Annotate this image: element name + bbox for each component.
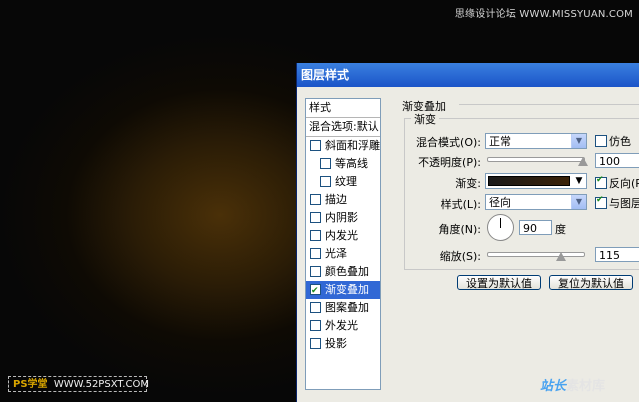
style-item-label: 图案叠加: [325, 301, 369, 314]
checkbox-icon: [595, 135, 607, 147]
style-item-label: 描边: [325, 193, 347, 206]
blend-mode-value: 正常: [489, 135, 511, 148]
dither-checkbox[interactable]: 仿色: [595, 133, 631, 149]
opacity-label: 不透明度(P):: [418, 156, 481, 169]
chevron-down-icon: ▼: [571, 134, 586, 148]
style-item[interactable]: 内阴影: [306, 209, 380, 227]
checkbox-icon[interactable]: [310, 319, 321, 331]
opacity-slider-thumb[interactable]: [578, 157, 588, 166]
inner-title: 渐变: [411, 111, 439, 127]
blend-mode-label: 混合模式(O):: [416, 136, 481, 149]
style-item-label: 内阴影: [325, 211, 358, 224]
style-item-label: 纹理: [335, 175, 357, 188]
checkbox-icon[interactable]: [310, 282, 321, 300]
layer-style-dialog: 图层样式 样式 混合选项:默认 斜面和浮雕等高线纹理描边内阴影内发光光泽颜色叠加…: [296, 63, 639, 402]
blend-mode-select[interactable]: 正常 ▼: [485, 133, 587, 149]
checkbox-icon[interactable]: [310, 301, 321, 313]
scale-slider-thumb[interactable]: [555, 252, 566, 261]
watermark-left-site: WWW.52PSXT.COM: [53, 379, 149, 390]
style-item[interactable]: 图案叠加: [306, 299, 380, 317]
watermark-right-a: 站长: [540, 379, 567, 394]
style-item[interactable]: 渐变叠加: [306, 281, 380, 300]
style-item-label: 内发光: [325, 229, 358, 242]
checkbox-icon[interactable]: [310, 247, 321, 259]
align-checkbox[interactable]: 与图层: [595, 195, 639, 211]
style-item-label: 投影: [325, 337, 347, 350]
watermark-right-b: 素材库: [566, 379, 606, 394]
dither-label: 仿色: [609, 135, 631, 148]
scale-input[interactable]: 115: [595, 247, 639, 262]
scale-label: 缩放(S):: [439, 250, 481, 263]
watermark-ps-logo: PS学堂: [13, 379, 48, 390]
checkbox-icon[interactable]: [310, 211, 321, 223]
style-item[interactable]: 颜色叠加: [306, 263, 380, 281]
opacity-slider[interactable]: [487, 157, 585, 162]
checkbox-icon[interactable]: [310, 229, 321, 241]
styles-list: 样式 混合选项:默认 斜面和浮雕等高线纹理描边内阴影内发光光泽颜色叠加渐变叠加图…: [305, 98, 381, 390]
angle-label: 角度(N):: [438, 223, 481, 236]
style-item-label: 外发光: [325, 319, 358, 332]
styles-header[interactable]: 样式: [306, 99, 380, 118]
dialog-title[interactable]: 图层样式: [297, 63, 639, 87]
group-divider: [459, 104, 639, 105]
angle-input[interactable]: 90: [519, 220, 552, 235]
style-item[interactable]: 纹理: [306, 173, 380, 191]
gradient-label: 渐变:: [455, 177, 481, 190]
style-item[interactable]: 斜面和浮雕: [306, 137, 380, 155]
style-item-label: 颜色叠加: [325, 265, 369, 278]
opacity-input[interactable]: 100: [595, 153, 639, 168]
make-default-button[interactable]: 设置为默认值: [457, 275, 541, 290]
style-item[interactable]: 投影: [306, 335, 380, 353]
blend-options-item[interactable]: 混合选项:默认: [306, 118, 380, 137]
checkbox-icon[interactable]: [310, 193, 321, 205]
checkbox-icon: [595, 175, 607, 189]
style-item[interactable]: 内发光: [306, 227, 380, 245]
checkbox-icon[interactable]: [320, 157, 331, 169]
reset-default-button[interactable]: 复位为默认值: [549, 275, 633, 290]
angle-dial[interactable]: [487, 214, 514, 241]
style-label: 样式(L):: [440, 198, 481, 211]
style-item-label: 渐变叠加: [325, 283, 369, 296]
style-item-label: 斜面和浮雕: [325, 139, 380, 152]
scale-slider[interactable]: [487, 252, 585, 257]
watermark-right: 站长素材库: [540, 375, 605, 394]
gradient-picker[interactable]: ▼: [485, 173, 587, 189]
checkbox-icon[interactable]: [310, 337, 321, 349]
watermark-top: 思缘设计论坛 WWW.MISSYUAN.COM: [454, 9, 633, 20]
style-item-label: 等高线: [335, 157, 368, 170]
style-item[interactable]: 等高线: [306, 155, 380, 173]
checkbox-icon[interactable]: [320, 175, 331, 187]
style-item[interactable]: 外发光: [306, 317, 380, 335]
reverse-checkbox[interactable]: 反向(R): [595, 175, 639, 191]
chevron-down-icon: ▼: [571, 195, 586, 209]
checkbox-icon[interactable]: [310, 139, 321, 151]
gradient-preview[interactable]: [488, 176, 570, 186]
reverse-label: 反向(R): [609, 177, 639, 190]
checkbox-icon: [595, 195, 607, 209]
style-select[interactable]: 径向 ▼: [485, 194, 587, 210]
align-label: 与图层: [609, 197, 639, 210]
style-item[interactable]: 光泽: [306, 245, 380, 263]
checkbox-icon[interactable]: [310, 265, 321, 277]
angle-unit: 度: [555, 223, 566, 236]
watermark-left: PS学堂 WWW.52PSXT.COM: [8, 376, 149, 392]
angle-needle: [500, 218, 501, 228]
style-value: 径向: [489, 196, 511, 209]
chevron-down-icon[interactable]: ▼: [572, 174, 586, 188]
style-item[interactable]: 描边: [306, 191, 380, 209]
style-item-label: 光泽: [325, 247, 347, 260]
